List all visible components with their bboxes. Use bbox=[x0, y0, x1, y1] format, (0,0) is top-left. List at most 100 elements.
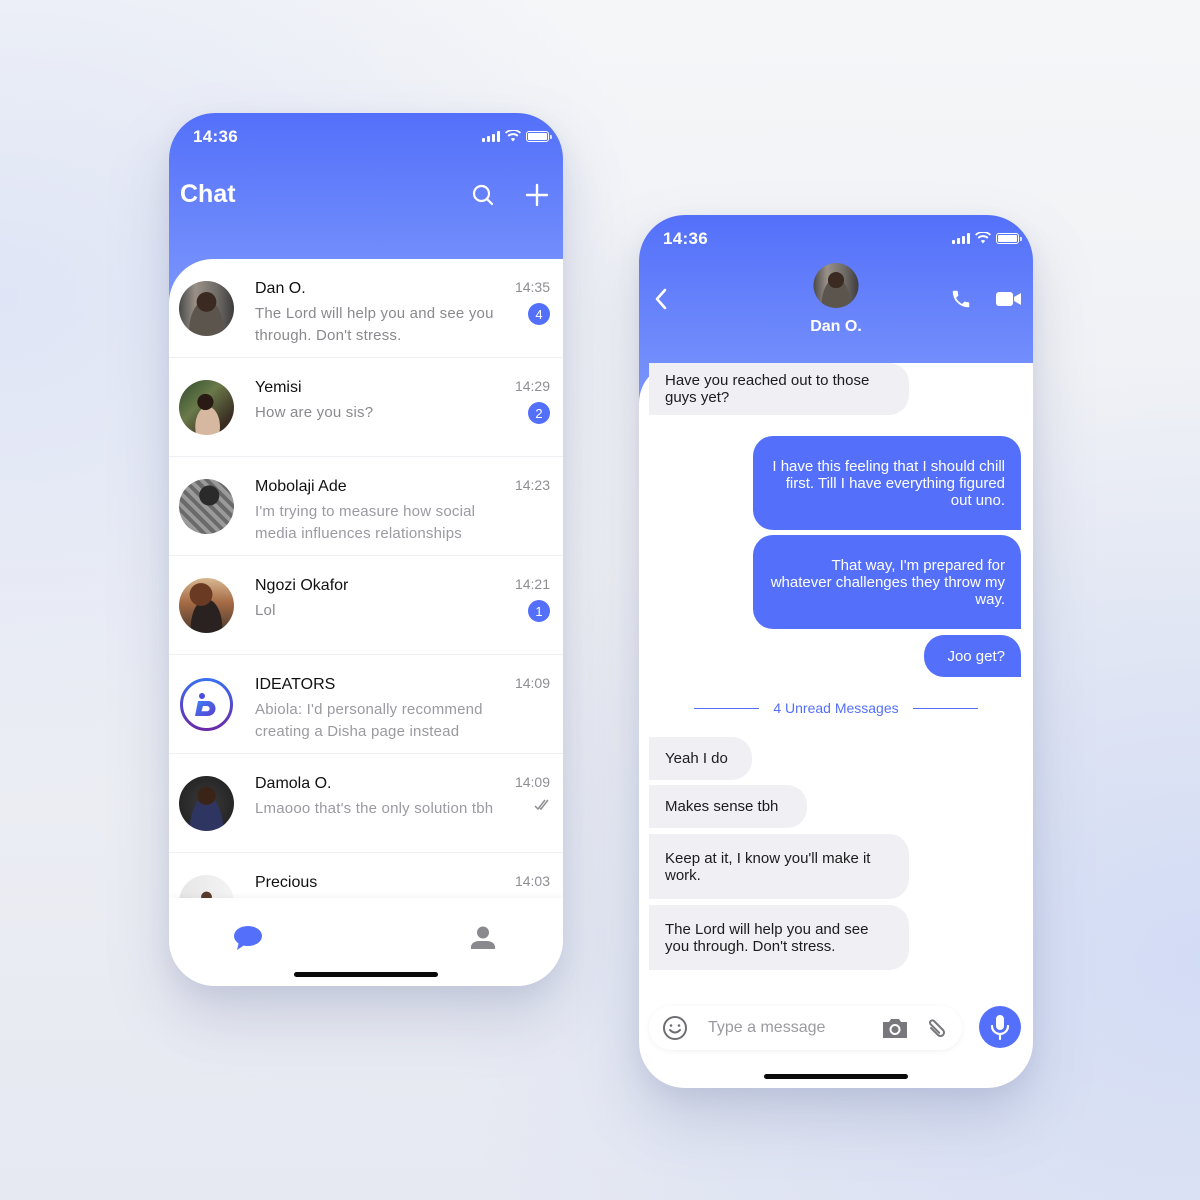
message-outgoing: That way, I'm prepared for whatever chal… bbox=[753, 535, 1021, 629]
chat-list-item[interactable]: Damola O. Lmaooo that's the only solutio… bbox=[169, 754, 563, 853]
unread-divider-label: 4 Unread Messages bbox=[773, 700, 899, 716]
emoji-button[interactable] bbox=[662, 1015, 688, 1041]
chat-list-phone: 14:36 Chat Dan O. The Lord will help you… bbox=[169, 113, 563, 986]
chat-bubble-icon bbox=[234, 926, 262, 950]
user-icon bbox=[471, 926, 495, 949]
back-icon bbox=[655, 288, 667, 310]
status-bar: 14:36 bbox=[639, 215, 1033, 263]
status-icons bbox=[952, 232, 1022, 244]
chat-list-item[interactable]: Dan O. The Lord will help you and see yo… bbox=[169, 259, 563, 358]
emoji-icon bbox=[663, 1016, 687, 1040]
search-icon bbox=[472, 184, 494, 206]
attach-button[interactable] bbox=[923, 1016, 947, 1040]
message-incoming: Makes sense tbh bbox=[649, 785, 807, 828]
message-text: Joo get? bbox=[947, 647, 1005, 665]
signal-icon bbox=[482, 130, 500, 142]
page-title: Chat bbox=[180, 180, 236, 208]
message-incoming: The Lord will help you and see you throu… bbox=[649, 905, 909, 970]
chat-time: 14:09 bbox=[514, 675, 550, 691]
wifi-icon bbox=[505, 130, 521, 142]
unread-badge: 4 bbox=[528, 303, 550, 325]
chat-list: Dan O. The Lord will help you and see yo… bbox=[169, 259, 563, 899]
message-incoming: Keep at it, I know you'll make it work. bbox=[649, 834, 909, 899]
status-bar: 14:36 bbox=[169, 113, 563, 161]
read-double-check-icon bbox=[534, 799, 549, 811]
tab-bar bbox=[169, 898, 563, 986]
conversation-phone: 14:36 Dan O. Have you reached out to tho… bbox=[639, 215, 1033, 1088]
message-text: Yeah I do bbox=[665, 750, 728, 767]
message-incoming: Yeah I do bbox=[649, 737, 752, 780]
chat-list-item[interactable]: Ngozi Okafor Lol 14:21 1 bbox=[169, 556, 563, 655]
voice-message-button[interactable] bbox=[979, 1006, 1021, 1048]
status-icons bbox=[482, 130, 552, 142]
avatar bbox=[179, 281, 234, 336]
battery-icon bbox=[996, 232, 1022, 244]
message-text: Makes sense tbh bbox=[665, 798, 779, 815]
video-icon bbox=[996, 292, 1021, 306]
paperclip-icon bbox=[929, 1019, 946, 1038]
message-text: I have this feeling that I should chill … bbox=[772, 457, 1005, 509]
chat-list-item[interactable]: Yemisi How are you sis? 14:29 2 bbox=[169, 358, 563, 457]
back-button[interactable] bbox=[647, 285, 675, 313]
chat-preview: How are you sis? bbox=[255, 404, 374, 421]
avatar bbox=[179, 479, 234, 534]
plus-icon bbox=[525, 183, 549, 207]
chat-name: Dan O. bbox=[255, 280, 306, 297]
unread-badge: 1 bbox=[528, 600, 550, 622]
chat-time: 14:09 bbox=[514, 774, 550, 790]
message-thread: Have you reached out to those guys yet? … bbox=[639, 363, 1033, 1003]
chat-time: 14:21 bbox=[514, 576, 550, 592]
message-text: Have you reached out to those guys yet? bbox=[665, 372, 870, 406]
chat-list-item[interactable]: Mobolaji Ade I'm trying to measure how s… bbox=[169, 457, 563, 556]
chat-header: Dan O. bbox=[639, 263, 1033, 363]
unread-badge: 2 bbox=[528, 402, 550, 424]
chat-name: Mobolaji Ade bbox=[255, 478, 347, 495]
contact-avatar[interactable] bbox=[813, 263, 859, 308]
chat-list-item[interactable]: Precious 14:03 bbox=[169, 853, 563, 899]
divider-line bbox=[694, 707, 760, 709]
chat-name: Ngozi Okafor bbox=[255, 577, 349, 594]
battery-icon bbox=[526, 130, 552, 142]
chat-preview: Lmaooo that's the only solution tbh bbox=[255, 800, 494, 817]
tab-chats[interactable] bbox=[228, 918, 268, 958]
message-text: Keep at it, I know you'll make it work. bbox=[665, 849, 871, 884]
chat-name: Precious bbox=[255, 874, 318, 891]
divider-line bbox=[912, 707, 978, 709]
chat-time: 14:23 bbox=[514, 477, 550, 493]
status-time: 14:36 bbox=[663, 229, 708, 248]
wifi-icon bbox=[975, 232, 991, 244]
header-actions bbox=[469, 181, 551, 209]
home-indicator bbox=[764, 1074, 908, 1079]
chat-preview: I'm trying to measure how social media i… bbox=[255, 503, 476, 542]
camera-button[interactable] bbox=[881, 1017, 909, 1039]
chat-time: 14:29 bbox=[514, 378, 550, 394]
phone-icon bbox=[952, 290, 970, 308]
message-input[interactable] bbox=[708, 1016, 858, 1040]
avatar bbox=[179, 875, 234, 899]
avatar bbox=[179, 776, 234, 831]
avatar bbox=[179, 380, 234, 435]
message-outgoing: Joo get? bbox=[924, 635, 1021, 677]
message-composer bbox=[649, 1006, 962, 1050]
voice-call-button[interactable] bbox=[947, 285, 975, 313]
search-button[interactable] bbox=[469, 181, 497, 209]
ideators-logo-icon bbox=[180, 678, 233, 731]
message-incoming: Have you reached out to those guys yet? bbox=[649, 363, 909, 415]
camera-icon bbox=[883, 1019, 907, 1038]
new-chat-button[interactable] bbox=[523, 181, 551, 209]
status-time: 14:36 bbox=[193, 127, 238, 146]
ideators-logo-avatar bbox=[179, 677, 234, 732]
chat-preview: Lol bbox=[255, 602, 276, 619]
chat-preview: The Lord will help you and see you throu… bbox=[255, 305, 494, 344]
chat-preview: Abiola: I'd personally recommend creatin… bbox=[255, 701, 483, 740]
video-call-button[interactable] bbox=[995, 285, 1023, 313]
contact-name: Dan O. bbox=[810, 318, 862, 335]
tab-profile[interactable] bbox=[463, 918, 503, 958]
chat-time: 14:03 bbox=[514, 873, 550, 889]
message-outgoing: I have this feeling that I should chill … bbox=[753, 436, 1021, 530]
avatar bbox=[179, 578, 234, 633]
chat-name: Yemisi bbox=[255, 379, 302, 396]
chat-name: IDEATORS bbox=[255, 676, 336, 693]
unread-divider: 4 Unread Messages bbox=[639, 698, 1033, 718]
chat-list-item[interactable]: IDEATORS Abiola: I'd personally recommen… bbox=[169, 655, 563, 754]
